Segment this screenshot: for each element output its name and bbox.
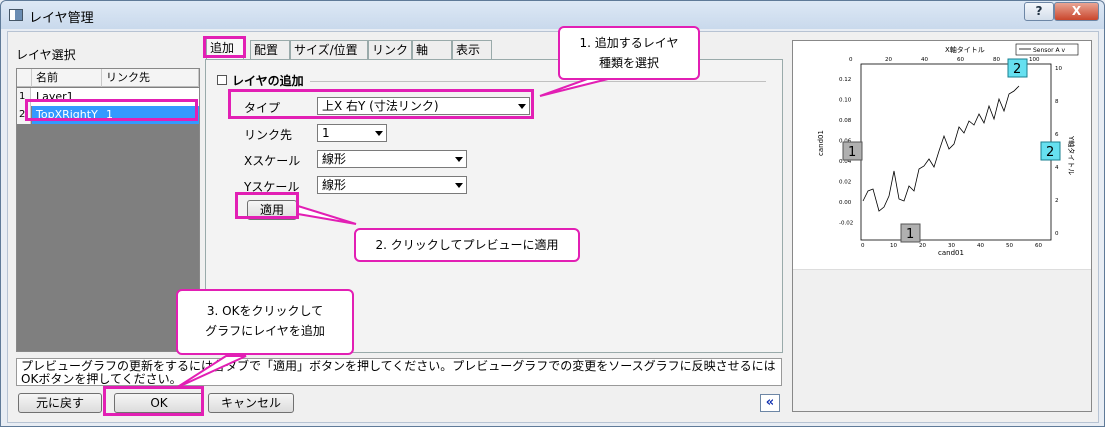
callout-step1-line1: 1. 追加するレイヤ xyxy=(579,36,679,50)
callout-step1: 1. 追加するレイヤ 種類を選択 xyxy=(558,26,700,80)
annotation-connectors xyxy=(175,77,613,389)
callout-step3-line2: グラフにレイヤを追加 xyxy=(205,324,325,338)
callout1-pointer xyxy=(539,77,613,97)
highlight-ok-button xyxy=(103,386,204,416)
callout-step1-line2: 種類を選択 xyxy=(598,56,659,70)
callout3-pointer xyxy=(175,355,247,389)
highlight-layer-row xyxy=(25,99,198,121)
callout-step2: 2. クリックしてプレビューに適用 xyxy=(354,228,580,262)
callout-step3-line1: 3. OKをクリックして xyxy=(206,304,324,318)
highlight-apply-button xyxy=(235,192,299,219)
callout2-pointer xyxy=(297,204,357,225)
highlight-type-select xyxy=(228,89,534,119)
callout-step3: 3. OKをクリックして グラフにレイヤを追加 xyxy=(176,289,354,355)
highlight-tab-add xyxy=(203,36,246,58)
